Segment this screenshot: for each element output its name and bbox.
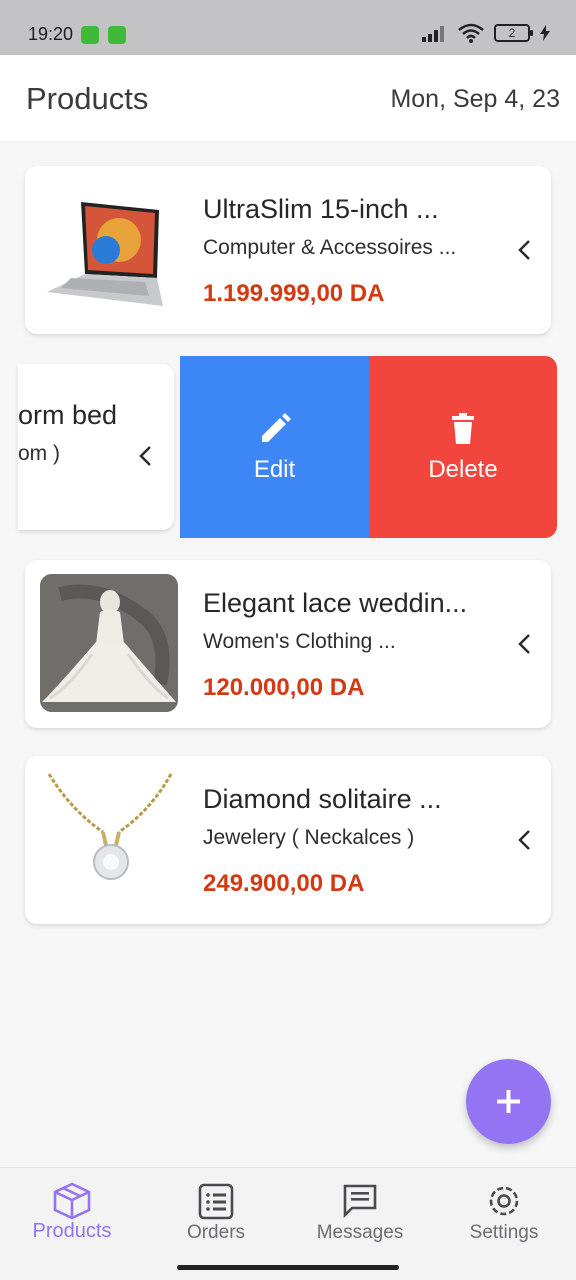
- nav-settings-label: Settings: [469, 1222, 539, 1243]
- product-price: 1.199.999,00 DA: [203, 280, 385, 307]
- status-time: 19:20: [28, 24, 74, 44]
- product-category: Jewelery ( Neckalces ): [203, 826, 415, 849]
- product-image: [41, 180, 179, 318]
- delete-label: Delete: [428, 456, 498, 483]
- box-icon: [53, 1182, 91, 1220]
- nav-products[interactable]: Products: [0, 1168, 144, 1258]
- clipboard-list-icon: [198, 1183, 234, 1220]
- chevron-left-icon: [518, 830, 530, 850]
- message-icon: [343, 1184, 377, 1219]
- pencil-icon: [261, 413, 291, 442]
- edit-label: Edit: [253, 456, 296, 483]
- product-image: [40, 574, 178, 712]
- nav-orders[interactable]: Orders: [144, 1168, 288, 1258]
- product-category: Women's Clothing ...: [203, 630, 396, 653]
- product-price: 120.000,00 DA: [203, 674, 365, 701]
- product-category: Computer & Accessoires ...: [203, 236, 457, 259]
- battery-icon: 2: [494, 24, 533, 42]
- nav-messages[interactable]: Messages: [288, 1168, 432, 1258]
- page-title: Products: [26, 81, 149, 116]
- home-indicator: [177, 1265, 399, 1270]
- notification-icon: [81, 26, 99, 44]
- delete-button[interactable]: Delete: [369, 356, 557, 538]
- product-card[interactable]: Elegant lace weddin... Women's Clothing …: [25, 560, 551, 728]
- current-date: Mon, Sep 4, 23: [390, 85, 560, 113]
- gear-icon: [489, 1186, 519, 1216]
- product-image: [41, 770, 179, 908]
- chevron-left-icon: [518, 634, 530, 654]
- nav-orders-label: Orders: [186, 1222, 246, 1243]
- plus-icon: [497, 1090, 520, 1113]
- nav-messages-label: Messages: [316, 1222, 404, 1243]
- notification-icon: [108, 26, 126, 44]
- product-name: orm bed: [18, 400, 118, 430]
- chevron-left-icon: [518, 240, 530, 260]
- product-price: 249.900,00 DA: [203, 870, 365, 897]
- product-name: Diamond solitaire ...: [203, 784, 442, 814]
- product-card[interactable]: Diamond solitaire ... Jewelery ( Neckalc…: [25, 756, 551, 924]
- status-bar: 19:20 2: [0, 0, 576, 55]
- product-name: UltraSlim 15-inch ...: [203, 194, 439, 224]
- product-card[interactable]: orm bed om ): [18, 364, 174, 530]
- trash-icon: [452, 413, 474, 444]
- product-card[interactable]: UltraSlim 15-inch ... Computer & Accesso…: [25, 166, 551, 334]
- signal-icon: [422, 26, 444, 42]
- chevron-left-icon: [139, 446, 151, 466]
- product-name: Elegant lace weddin...: [203, 588, 468, 618]
- nav-settings[interactable]: Settings: [432, 1168, 576, 1258]
- nav-products-label: Products: [32, 1220, 112, 1242]
- app-bar: Products Mon, Sep 4, 23: [0, 55, 576, 141]
- swipe-row[interactable]: orm bed om ) Edit Delete: [0, 356, 576, 538]
- charging-icon: [540, 25, 550, 41]
- product-category: om ): [18, 442, 60, 465]
- add-product-button[interactable]: [466, 1059, 551, 1144]
- edit-button[interactable]: Edit: [180, 356, 369, 538]
- wifi-icon: [458, 23, 484, 43]
- bottom-navigation: Products Orders Messages Settings: [0, 1167, 576, 1280]
